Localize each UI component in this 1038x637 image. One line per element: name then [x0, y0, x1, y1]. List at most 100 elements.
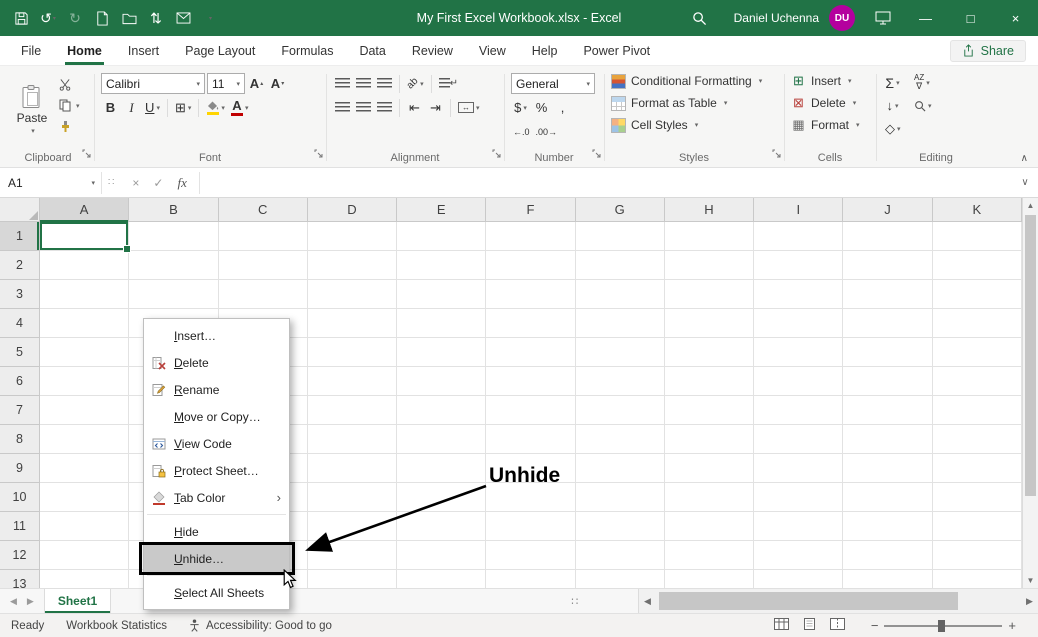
- cell-F1[interactable]: [486, 222, 575, 251]
- conditional-formatting-button[interactable]: Conditional Formatting▾: [611, 70, 777, 92]
- tab-data[interactable]: Data: [346, 36, 398, 65]
- cell-H1[interactable]: [665, 222, 754, 251]
- cell-K7[interactable]: [933, 396, 1022, 425]
- tab-review[interactable]: Review: [399, 36, 466, 65]
- cell-D7[interactable]: [308, 396, 397, 425]
- align-left-button[interactable]: [333, 97, 352, 118]
- cell-A6[interactable]: [40, 367, 129, 396]
- cell-F8[interactable]: [486, 425, 575, 454]
- number-format-select[interactable]: General▾: [511, 73, 595, 94]
- fill-button[interactable]: ↓▾: [883, 95, 902, 116]
- cell-G7[interactable]: [576, 396, 665, 425]
- row-header-8[interactable]: 8: [0, 425, 40, 454]
- font-color-button[interactable]: A ▾: [229, 97, 251, 118]
- tab-view[interactable]: View: [466, 36, 519, 65]
- maximize-button[interactable]: □: [948, 0, 993, 36]
- column-header-B[interactable]: B: [129, 198, 218, 221]
- cell-I5[interactable]: [754, 338, 843, 367]
- shrink-font-button[interactable]: A▾: [268, 73, 287, 94]
- cell-K8[interactable]: [933, 425, 1022, 454]
- cell-I11[interactable]: [754, 512, 843, 541]
- cell-G5[interactable]: [576, 338, 665, 367]
- cell-B1[interactable]: [129, 222, 218, 251]
- row-header-6[interactable]: 6: [0, 367, 40, 396]
- insert-cells-button[interactable]: ⊞Insert▾: [791, 70, 869, 92]
- cell-J1[interactable]: [843, 222, 932, 251]
- cell-F5[interactable]: [486, 338, 575, 367]
- cell-H4[interactable]: [665, 309, 754, 338]
- format-as-table-button[interactable]: Format as Table▾: [611, 92, 777, 114]
- format-painter-icon[interactable]: [59, 118, 80, 135]
- cell-A5[interactable]: [40, 338, 129, 367]
- borders-button[interactable]: ⊞▾: [173, 97, 193, 118]
- cell-E9[interactable]: [397, 454, 486, 483]
- align-center-button[interactable]: [354, 97, 373, 118]
- cell-E13[interactable]: [397, 570, 486, 588]
- horizontal-scroll-track[interactable]: [656, 589, 1021, 613]
- cell-D8[interactable]: [308, 425, 397, 454]
- cell-D4[interactable]: [308, 309, 397, 338]
- cell-C3[interactable]: [219, 280, 308, 309]
- cut-icon[interactable]: [59, 76, 80, 93]
- autosum-button[interactable]: Σ▾: [883, 72, 902, 93]
- cell-J2[interactable]: [843, 251, 932, 280]
- workbook-statistics-button[interactable]: Workbook Statistics: [55, 614, 178, 637]
- align-right-button[interactable]: [375, 97, 394, 118]
- cell-G12[interactable]: [576, 541, 665, 570]
- cell-G8[interactable]: [576, 425, 665, 454]
- cell-C1[interactable]: [219, 222, 308, 251]
- cell-K1[interactable]: [933, 222, 1022, 251]
- cell-D9[interactable]: [308, 454, 397, 483]
- cell-J8[interactable]: [843, 425, 932, 454]
- cell-J5[interactable]: [843, 338, 932, 367]
- cell-F3[interactable]: [486, 280, 575, 309]
- tab-scroll-splitter[interactable]: ∷: [571, 595, 578, 608]
- cell-E8[interactable]: [397, 425, 486, 454]
- cell-D3[interactable]: [308, 280, 397, 309]
- orientation-button[interactable]: ab▾: [405, 73, 426, 94]
- redo-icon[interactable]: ↻: [62, 5, 88, 31]
- row-header-9[interactable]: 9: [0, 454, 40, 483]
- tab-power-pivot[interactable]: Power Pivot: [570, 36, 663, 65]
- menu-item-hide[interactable]: Hide: [144, 518, 289, 545]
- formula-input[interactable]: [200, 168, 1012, 197]
- cell-A3[interactable]: [40, 280, 129, 309]
- tab-file[interactable]: File: [8, 36, 54, 65]
- qat-customize-icon[interactable]: ▾: [197, 5, 223, 31]
- cell-G10[interactable]: [576, 483, 665, 512]
- column-header-H[interactable]: H: [665, 198, 754, 221]
- cell-A12[interactable]: [40, 541, 129, 570]
- cell-G1[interactable]: [576, 222, 665, 251]
- cell-D2[interactable]: [308, 251, 397, 280]
- cell-E6[interactable]: [397, 367, 486, 396]
- scroll-left-icon[interactable]: ◀: [639, 596, 656, 607]
- cell-G11[interactable]: [576, 512, 665, 541]
- styles-dialog-launcher-icon[interactable]: [772, 145, 781, 163]
- menu-item-tab-color[interactable]: Tab Color›: [144, 484, 289, 511]
- cell-K4[interactable]: [933, 309, 1022, 338]
- accessibility-status[interactable]: Accessibility: Good to go: [178, 614, 343, 637]
- merge-center-button[interactable]: ↔▾: [456, 97, 482, 118]
- format-cells-button[interactable]: ▦Format▾: [791, 114, 869, 136]
- zoom-out-icon[interactable]: −: [865, 618, 885, 633]
- row-header-3[interactable]: 3: [0, 280, 40, 309]
- cell-H2[interactable]: [665, 251, 754, 280]
- underline-button[interactable]: U▾: [143, 97, 162, 118]
- clipboard-dialog-launcher-icon[interactable]: [82, 145, 91, 163]
- cell-K5[interactable]: [933, 338, 1022, 367]
- row-header-7[interactable]: 7: [0, 396, 40, 425]
- cell-F13[interactable]: [486, 570, 575, 588]
- wrap-text-button[interactable]: ↵: [437, 73, 460, 94]
- cancel-icon[interactable]: ×: [132, 176, 139, 190]
- cell-A4[interactable]: [40, 309, 129, 338]
- save-icon[interactable]: [8, 5, 34, 31]
- column-header-A[interactable]: A: [40, 198, 129, 221]
- scroll-down-icon[interactable]: ▼: [1027, 573, 1035, 588]
- cell-I8[interactable]: [754, 425, 843, 454]
- cell-G9[interactable]: [576, 454, 665, 483]
- menu-item-protect-sheet[interactable]: Protect Sheet…: [144, 457, 289, 484]
- cell-E5[interactable]: [397, 338, 486, 367]
- sort-filter-button[interactable]: AZ∇▾: [912, 72, 932, 93]
- next-sheet-icon[interactable]: ▶: [27, 596, 34, 607]
- zoom-slider-handle[interactable]: [938, 620, 945, 632]
